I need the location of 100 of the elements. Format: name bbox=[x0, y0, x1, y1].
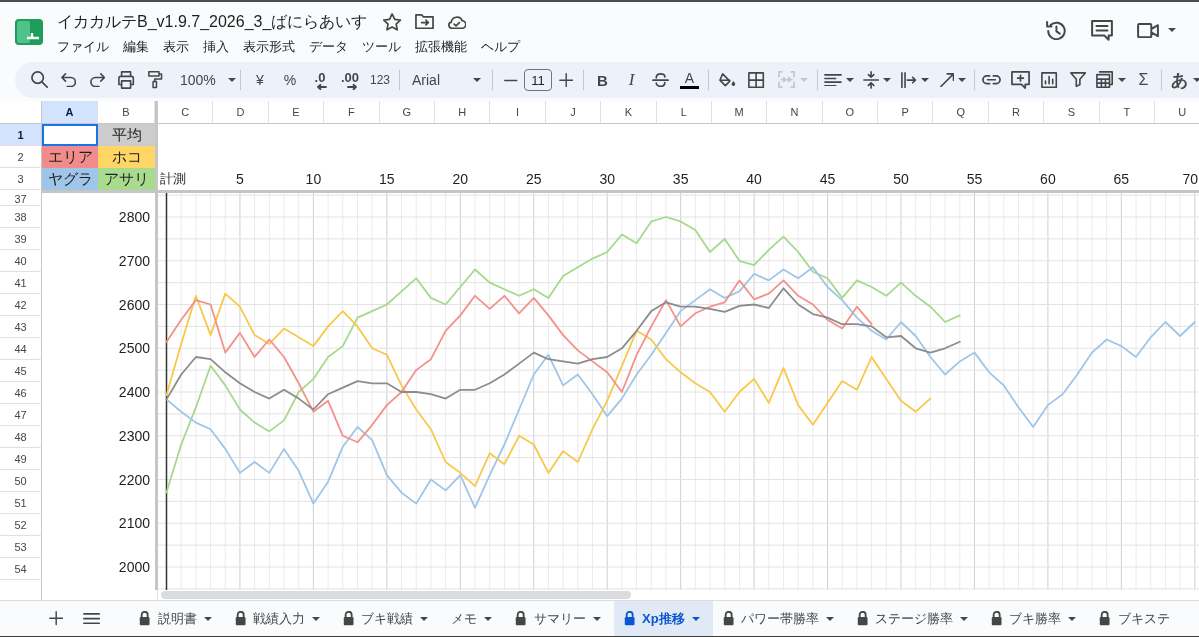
column-header[interactable]: K bbox=[601, 101, 657, 123]
font-dropdown[interactable]: Arial bbox=[404, 66, 486, 94]
add-comment-icon[interactable] bbox=[1011, 70, 1030, 90]
menu-item[interactable]: データ bbox=[302, 36, 355, 58]
star-icon[interactable] bbox=[383, 12, 402, 32]
sheet-tab[interactable]: ブキステ bbox=[1089, 601, 1172, 636]
column-header[interactable]: A bbox=[42, 101, 98, 123]
undo-icon[interactable] bbox=[60, 72, 77, 88]
column-header[interactable]: R bbox=[988, 101, 1045, 123]
column-header[interactable]: T bbox=[1099, 101, 1156, 123]
menu-item[interactable]: 表示 bbox=[156, 36, 196, 58]
row-header[interactable]: 3 bbox=[0, 168, 42, 190]
caret-icon[interactable] bbox=[1068, 616, 1077, 621]
plus-icon[interactable] bbox=[558, 72, 574, 88]
sheet-tab[interactable]: 説明書 bbox=[129, 601, 225, 636]
diagonal-arrow-icon[interactable] bbox=[939, 72, 955, 88]
row-header[interactable]: 49 bbox=[0, 448, 42, 470]
borders-icon[interactable] bbox=[748, 71, 765, 89]
caret-icon[interactable] bbox=[1117, 78, 1126, 82]
row-header[interactable]: 43 bbox=[0, 316, 42, 338]
caret-icon[interactable] bbox=[484, 616, 493, 621]
vertical-align-icon[interactable] bbox=[862, 71, 880, 89]
caret-icon[interactable] bbox=[1168, 28, 1176, 33]
menu-item[interactable]: 拡張機能 bbox=[408, 36, 474, 58]
legend-cell[interactable]: エリア bbox=[42, 146, 98, 168]
menu-item[interactable]: ヘルプ bbox=[474, 36, 527, 58]
row-header[interactable]: 37 bbox=[0, 193, 42, 206]
menu-item[interactable]: ツール bbox=[355, 36, 408, 58]
menu-item[interactable]: 表示形式 bbox=[236, 36, 302, 58]
paint-bucket-icon[interactable] bbox=[718, 72, 737, 88]
sheet-tab[interactable]: 戦績入力 bbox=[224, 601, 334, 636]
row-header[interactable]: 50 bbox=[0, 470, 42, 492]
caret-icon[interactable] bbox=[691, 616, 700, 621]
column-header[interactable]: E bbox=[268, 101, 325, 123]
row-header[interactable]: 51 bbox=[0, 492, 42, 514]
column-header[interactable]: D bbox=[213, 101, 269, 123]
sheet-tab[interactable]: ブキ勝率 bbox=[981, 601, 1090, 636]
row-header[interactable]: 54 bbox=[0, 558, 42, 580]
minus-icon[interactable] bbox=[504, 78, 518, 82]
row-header[interactable]: 53 bbox=[0, 536, 42, 558]
text-color-button[interactable]: A bbox=[675, 66, 704, 94]
app-logo-icon[interactable] bbox=[15, 19, 43, 45]
zoom-dropdown[interactable]: 100% bbox=[172, 66, 236, 94]
row-header[interactable]: 46 bbox=[0, 382, 42, 404]
column-header[interactable]: S bbox=[1044, 101, 1100, 123]
search-icon[interactable] bbox=[30, 71, 49, 89]
currency-button[interactable]: ¥ bbox=[245, 66, 275, 94]
scrollbar-thumb[interactable] bbox=[161, 591, 631, 599]
caret-icon[interactable] bbox=[825, 616, 834, 621]
cloud-check-icon[interactable] bbox=[446, 14, 466, 30]
menu-icon[interactable] bbox=[83, 612, 101, 625]
caret-icon[interactable] bbox=[203, 616, 212, 621]
row-header[interactable]: 47 bbox=[0, 404, 42, 426]
column-header[interactable]: O bbox=[822, 101, 879, 123]
column-header[interactable]: P bbox=[878, 101, 934, 123]
sheet-tab[interactable]: ステージ勝率 bbox=[846, 601, 982, 636]
caret-icon[interactable] bbox=[883, 78, 892, 82]
legend-cell[interactable]: 平均 bbox=[98, 124, 155, 146]
folder-arrow-icon[interactable] bbox=[414, 14, 434, 30]
menu-item[interactable]: ファイル bbox=[50, 36, 116, 58]
paint-roller-icon[interactable] bbox=[148, 71, 163, 89]
sheet-tab[interactable]: サマリー bbox=[505, 601, 614, 636]
column-header[interactable]: C bbox=[158, 101, 214, 123]
row-header[interactable]: 44 bbox=[0, 338, 42, 360]
column-header[interactable]: F bbox=[324, 101, 380, 123]
row-header[interactable]: 52 bbox=[0, 514, 42, 536]
caret-icon[interactable] bbox=[312, 616, 321, 621]
sheet-tab[interactable]: Xp推移 bbox=[613, 601, 713, 636]
video-camera-icon[interactable] bbox=[1137, 22, 1159, 39]
align-left-icon[interactable] bbox=[824, 73, 842, 87]
row-header[interactable]: 2 bbox=[0, 146, 42, 168]
font-size-field[interactable]: 11 bbox=[524, 69, 552, 91]
column-header[interactable]: M bbox=[711, 101, 768, 123]
plus-icon[interactable] bbox=[49, 611, 64, 626]
number-format-button[interactable]: 123 bbox=[365, 66, 395, 94]
print-icon[interactable] bbox=[118, 71, 135, 89]
percent-button[interactable]: % bbox=[275, 66, 305, 94]
text-wrap-icon[interactable] bbox=[900, 71, 918, 89]
document-title[interactable]: イカカルテB_v1.9.7_2026_3_ばにらあいす bbox=[57, 11, 368, 33]
table-cell[interactable]: 計測 bbox=[158, 168, 214, 190]
row-header[interactable]: 39 bbox=[0, 228, 42, 250]
menu-item[interactable]: 挿入 bbox=[196, 36, 236, 58]
row-header[interactable]: 41 bbox=[0, 272, 42, 294]
caret-icon[interactable] bbox=[846, 78, 854, 82]
row-header[interactable]: 42 bbox=[0, 294, 42, 316]
column-header[interactable]: Q bbox=[933, 101, 989, 123]
bold-button[interactable]: B bbox=[588, 66, 617, 94]
increase-decimal-button[interactable]: .00 bbox=[335, 66, 365, 94]
redo-icon[interactable] bbox=[89, 72, 106, 88]
sheet-tab[interactable]: パワー帯勝率 bbox=[712, 601, 847, 636]
chart-icon[interactable] bbox=[1041, 71, 1058, 89]
column-header[interactable]: J bbox=[545, 101, 602, 123]
caret-icon[interactable] bbox=[921, 78, 930, 82]
table-icon[interactable] bbox=[1096, 71, 1114, 89]
row-header[interactable]: 38 bbox=[0, 206, 42, 228]
caret-icon[interactable] bbox=[592, 616, 601, 621]
legend-cell[interactable]: ホコ bbox=[98, 146, 155, 168]
row-header[interactable]: 1 bbox=[0, 124, 42, 146]
caret-icon[interactable] bbox=[958, 78, 967, 82]
column-header[interactable]: U bbox=[1155, 101, 1199, 123]
